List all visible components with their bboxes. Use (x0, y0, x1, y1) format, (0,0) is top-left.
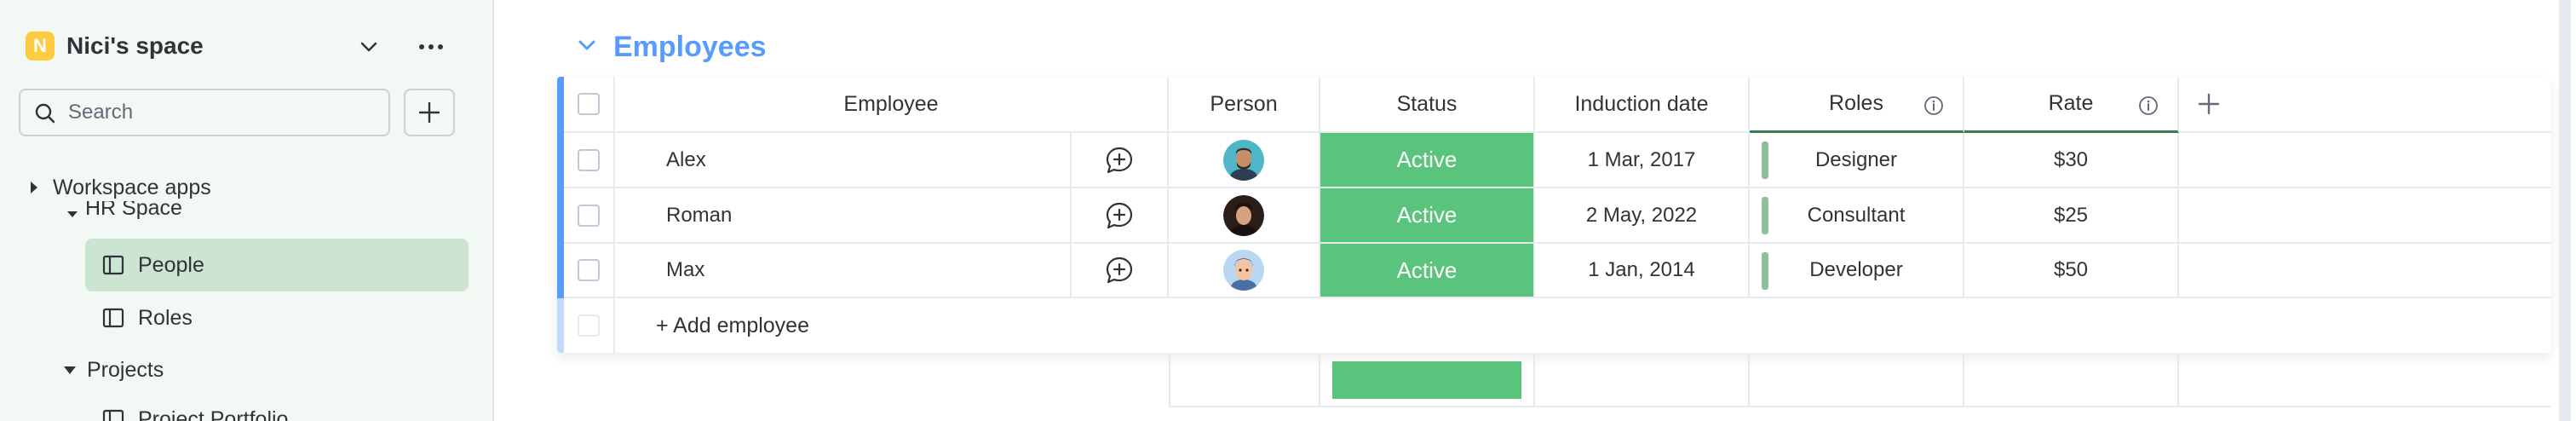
workspace-chevron-down-icon[interactable] (354, 32, 383, 61)
rate-cell[interactable]: $50 (1964, 244, 2179, 298)
empty-cell (2179, 244, 2550, 298)
role-cell[interactable]: Designer (1750, 133, 1964, 188)
add-employee-input[interactable]: + Add employee (656, 312, 809, 339)
induction-date-cell[interactable]: 2 May, 2022 (1535, 188, 1750, 244)
caret-right-icon[interactable] (29, 181, 39, 194)
person-cell[interactable] (1169, 133, 1320, 188)
info-icon[interactable] (1923, 95, 1944, 116)
search-box[interactable] (19, 89, 390, 136)
sidebar-item-project-portfolio[interactable]: Project Portfolio (85, 402, 460, 421)
induction-date-cell[interactable]: 1 Jan, 2014 (1535, 244, 1750, 298)
role-cell[interactable]: Consultant (1750, 188, 1964, 244)
status-badge[interactable]: Active (1320, 244, 1535, 298)
caret-down-icon[interactable] (63, 365, 77, 375)
employee-name-cell[interactable]: Alex (615, 133, 1070, 188)
add-update-comment-icon[interactable] (1105, 201, 1134, 230)
employee-name-cell[interactable]: Roman (615, 188, 1070, 244)
row-select-cell (564, 133, 615, 188)
role-link-bar (1762, 197, 1768, 234)
hr-space-folder[interactable]: HR Space (51, 201, 307, 223)
hr-space-label: HR Space (85, 201, 182, 220)
add-update-comment-icon[interactable] (1105, 256, 1134, 285)
column-header-rate[interactable]: Rate (1964, 77, 2179, 133)
row-checkbox[interactable] (578, 204, 600, 227)
row-checkbox[interactable] (578, 259, 600, 281)
induction-date-cell[interactable]: 1 Mar, 2017 (1535, 133, 1750, 188)
rate-cell[interactable]: $25 (1964, 188, 2179, 244)
board-icon (102, 308, 124, 328)
summary-date-cell (1535, 353, 1750, 407)
column-header-roles[interactable]: Roles (1750, 77, 1964, 133)
row-select-cell (564, 244, 615, 298)
summary-roles-cell (1750, 353, 1964, 407)
add-update-cell (1070, 244, 1169, 298)
status-summary-bar[interactable] (1332, 361, 1521, 399)
empty-cell (2179, 133, 2550, 188)
rate-cell[interactable]: $30 (1964, 133, 2179, 188)
plus-icon (418, 101, 440, 124)
avatar-roman (1223, 194, 1264, 236)
sidebar-item-label: People (138, 253, 204, 277)
search-icon (35, 103, 55, 124)
group-color-stripe (557, 77, 564, 298)
search-input[interactable] (68, 99, 375, 126)
add-column-cell (2179, 77, 2550, 133)
column-header-person[interactable]: Person (1169, 77, 1320, 133)
empty-cell (2179, 188, 2550, 244)
sidebar: N Nici's space Workspace apps HR Space P… (0, 0, 494, 421)
select-all-checkbox[interactable] (578, 93, 600, 115)
person-cell[interactable] (1169, 244, 1320, 298)
status-badge[interactable]: Active (1320, 188, 1535, 244)
select-all-cell (564, 77, 615, 133)
add-row-checkbox (578, 314, 600, 337)
status-badge[interactable]: Active (1320, 133, 1535, 188)
role-link-bar (1762, 141, 1768, 179)
board-icon (102, 255, 124, 275)
workspace-badge[interactable]: N (26, 32, 55, 61)
sidebar-item-roles[interactable]: Roles (85, 291, 469, 344)
board-icon (102, 409, 124, 421)
column-header-rate-label: Rate (2048, 91, 2094, 115)
group-collapse-chevron-icon[interactable] (576, 34, 598, 56)
caret-down-icon (67, 211, 78, 217)
column-header-status[interactable]: Status (1320, 77, 1535, 133)
add-column-plus-icon[interactable] (2196, 91, 2222, 117)
row-checkbox[interactable] (578, 148, 600, 171)
role-cell[interactable]: Developer (1750, 244, 1964, 298)
workspace-apps-link[interactable]: Workspace apps (53, 174, 211, 201)
role-label: Consultant (1807, 203, 1906, 227)
info-icon[interactable] (2138, 95, 2159, 116)
more-options-icon[interactable] (412, 32, 450, 61)
avatar-alex (1223, 139, 1264, 181)
row-select-cell (564, 188, 615, 244)
group-title[interactable]: Employees (613, 29, 767, 65)
add-update-cell (1070, 133, 1169, 188)
add-item-button[interactable] (404, 89, 455, 136)
column-header-roles-label: Roles (1829, 91, 1883, 115)
summary-empty-cell (2179, 353, 2550, 407)
sidebar-item-label: Roles (138, 306, 193, 330)
column-header-induction-date[interactable]: Induction date (1535, 77, 1750, 133)
projects-folder[interactable]: Projects (87, 356, 164, 384)
sidebar-item-label: Project Portfolio (138, 407, 289, 421)
avatar-max (1223, 250, 1264, 291)
add-row-select-cell (564, 298, 615, 353)
role-label: Developer (1809, 258, 1903, 281)
summary-rate-cell (1964, 353, 2179, 407)
vertical-scrollbar[interactable] (2559, 0, 2571, 421)
person-cell[interactable] (1169, 188, 1320, 244)
employee-name-cell[interactable]: Max (615, 244, 1070, 298)
role-label: Designer (1814, 147, 1898, 171)
add-update-comment-icon[interactable] (1105, 146, 1134, 175)
group-color-stripe-light (557, 298, 564, 353)
sidebar-item-people[interactable]: People (85, 239, 469, 291)
column-header-employee[interactable]: Employee (615, 77, 1169, 133)
add-update-cell (1070, 188, 1169, 244)
role-link-bar (1762, 252, 1768, 290)
summary-person-cell (1169, 353, 1320, 407)
workspace-name[interactable]: Nici's space (66, 31, 204, 61)
